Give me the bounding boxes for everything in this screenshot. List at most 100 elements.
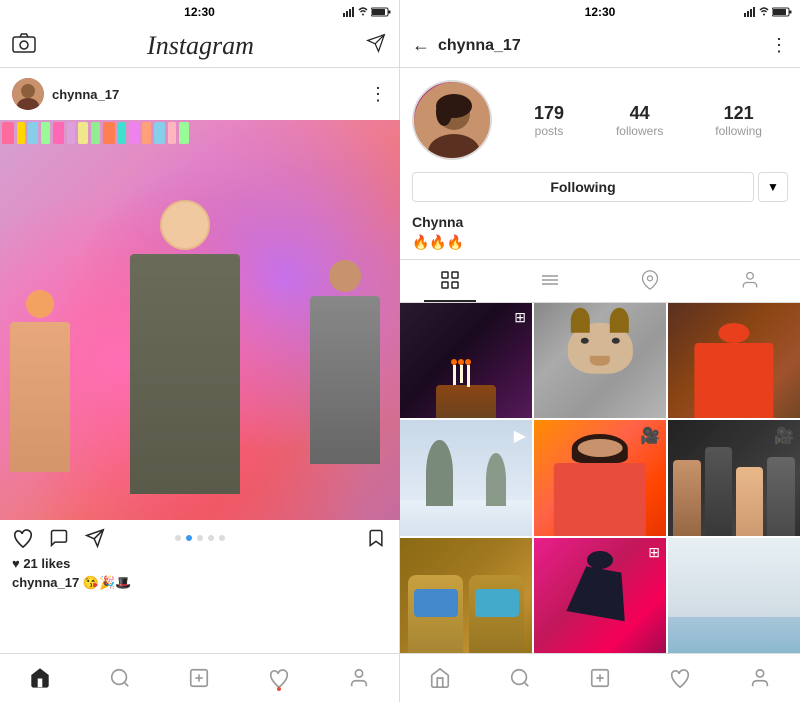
grid-item-9[interactable] — [668, 538, 800, 653]
following-count: 121 — [724, 103, 754, 124]
profile-nav-button[interactable] — [348, 667, 370, 689]
right-panel: 12:30 ← chynna_17 ⋮ — [400, 0, 800, 702]
profile-icon — [348, 667, 370, 689]
follow-section: Following ▼ — [400, 172, 800, 210]
dot-1 — [175, 535, 181, 541]
right-time: 12:30 — [585, 5, 616, 19]
search-icon — [109, 667, 131, 689]
search-nav-button[interactable] — [109, 667, 131, 689]
left-header: Instagram — [0, 24, 399, 68]
camera-icon — [12, 33, 36, 53]
right-heart-nav-button[interactable] — [669, 667, 691, 689]
right-status-bar: 12:30 — [400, 0, 800, 24]
post-username[interactable]: chynna_17 — [52, 87, 119, 102]
notification-dot — [277, 687, 281, 691]
right-search-icon — [509, 667, 531, 689]
back-button[interactable]: ← — [412, 35, 430, 56]
posts-count: 179 — [534, 103, 564, 124]
profile-section: 179 posts 44 followers 121 following — [400, 68, 800, 172]
tagged-icon — [740, 270, 760, 290]
dot-3 — [197, 535, 203, 541]
grid-item-5[interactable]: 🎥 — [534, 420, 666, 535]
profile-avatar[interactable] — [412, 80, 492, 160]
wifi-icon — [358, 7, 368, 17]
heart-nav-button[interactable] — [268, 667, 290, 689]
send-icon — [365, 33, 387, 53]
post-avatar[interactable] — [12, 78, 44, 110]
dot-4 — [208, 535, 214, 541]
dot-5 — [219, 535, 225, 541]
location-tab[interactable] — [624, 260, 676, 302]
multi-photo-icon-2: ⊞ — [648, 544, 660, 561]
right-profile-icon — [749, 667, 771, 689]
right-home-icon — [429, 667, 451, 689]
list-icon — [540, 270, 560, 290]
profile-tabs — [400, 259, 800, 303]
grid-item-7[interactable] — [400, 538, 532, 653]
profile-name: Chynna — [400, 210, 800, 232]
list-tab[interactable] — [524, 260, 576, 302]
tagged-tab[interactable] — [724, 260, 776, 302]
followers-count: 44 — [630, 103, 650, 124]
multi-photo-icon: ⊞ — [514, 309, 526, 326]
right-bottom-nav — [400, 653, 800, 702]
share-button[interactable] — [84, 528, 106, 548]
right-home-nav-button[interactable] — [429, 667, 451, 689]
camera-button[interactable] — [12, 33, 36, 58]
battery-icon — [371, 7, 391, 17]
right-search-nav-button[interactable] — [509, 667, 531, 689]
post-likes: ♥ 21 likes — [0, 556, 399, 575]
right-battery-icon — [772, 7, 792, 17]
send-button[interactable] — [365, 33, 387, 58]
posts-stat: 179 posts — [534, 103, 564, 138]
post-user-info: chynna_17 — [12, 78, 119, 110]
location-icon — [640, 270, 660, 290]
post-actions-container — [0, 520, 399, 556]
left-panel: 12:30 — [0, 0, 400, 702]
left-time: 12:30 — [184, 5, 215, 19]
video-indicator: ▶ — [514, 426, 526, 446]
post-image — [0, 120, 400, 520]
more-options-button[interactable]: ⋮ — [770, 35, 788, 56]
following-stat[interactable]: 121 following — [715, 103, 762, 138]
video-indicator-2: 🎥 — [640, 426, 660, 446]
home-nav-button[interactable] — [29, 667, 51, 689]
heart-icon — [268, 667, 290, 689]
like-button[interactable] — [12, 528, 34, 548]
post-more-button[interactable]: ⋮ — [369, 84, 387, 105]
following-label: following — [715, 124, 762, 138]
right-wifi-icon — [759, 7, 769, 17]
people-scene — [0, 120, 400, 520]
signal-icon — [343, 7, 355, 17]
home-icon — [29, 667, 51, 689]
comment-button[interactable] — [48, 528, 70, 548]
following-dropdown-button[interactable]: ▼ — [758, 172, 788, 202]
grid-tab[interactable] — [424, 260, 476, 302]
followers-label: followers — [616, 124, 663, 138]
add-nav-button[interactable] — [188, 667, 210, 689]
add-icon — [188, 667, 210, 689]
caption-username[interactable]: chynna_17 — [12, 575, 79, 590]
video-indicator-3: 🎥 — [774, 426, 794, 446]
right-add-icon — [589, 667, 611, 689]
profile-avatar-image — [414, 82, 492, 160]
dot-2 — [186, 535, 192, 541]
right-heart-icon — [669, 667, 691, 689]
grid-item-8[interactable]: ⊞ — [534, 538, 666, 653]
caption-text: 😘🎉🎩 — [83, 575, 132, 590]
right-add-nav-button[interactable] — [589, 667, 611, 689]
bookmark-button[interactable] — [365, 528, 387, 548]
following-button[interactable]: Following — [412, 172, 754, 202]
photo-grid: ⊞ — [400, 303, 800, 653]
carousel-dots — [175, 535, 225, 541]
followers-stat[interactable]: 44 followers — [616, 103, 663, 138]
grid-item-2[interactable] — [534, 303, 666, 418]
grid-item-1[interactable]: ⊞ — [400, 303, 532, 418]
right-profile-nav-button[interactable] — [749, 667, 771, 689]
grid-item-6[interactable]: 🎥 — [668, 420, 800, 535]
grid-item-4[interactable]: ▶ — [400, 420, 532, 535]
avatar-image — [12, 78, 44, 110]
right-signal-icon — [744, 7, 756, 17]
grid-item-3[interactable] — [668, 303, 800, 418]
left-bottom-nav — [0, 653, 399, 702]
